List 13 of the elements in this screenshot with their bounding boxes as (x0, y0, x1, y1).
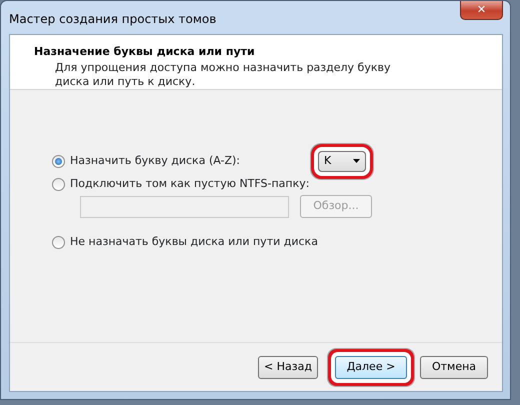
radio-button[interactable] (52, 236, 65, 248)
window-title: Мастер создания простых томов (9, 11, 216, 28)
radio-button[interactable] (52, 178, 65, 190)
option-label: Не назначать буквы диска или пути диска (70, 234, 318, 250)
radio-button[interactable] (52, 154, 65, 168)
option-label: Подключить том как пустую NTFS-папку: (70, 176, 310, 192)
page-title: Назначение буквы диска или пути (34, 44, 256, 60)
close-button[interactable]: ✕ (460, 1, 503, 20)
caret-icon (353, 159, 360, 163)
page-description: Для упрощения доступа можно назначить разделу букву диска или путь к диску. (55, 60, 392, 88)
wizard-button[interactable]: < Назад (258, 356, 318, 378)
wizard-button[interactable]: Отмена (420, 356, 488, 378)
option-label: Назначить букву диска (A-Z): (70, 152, 240, 169)
